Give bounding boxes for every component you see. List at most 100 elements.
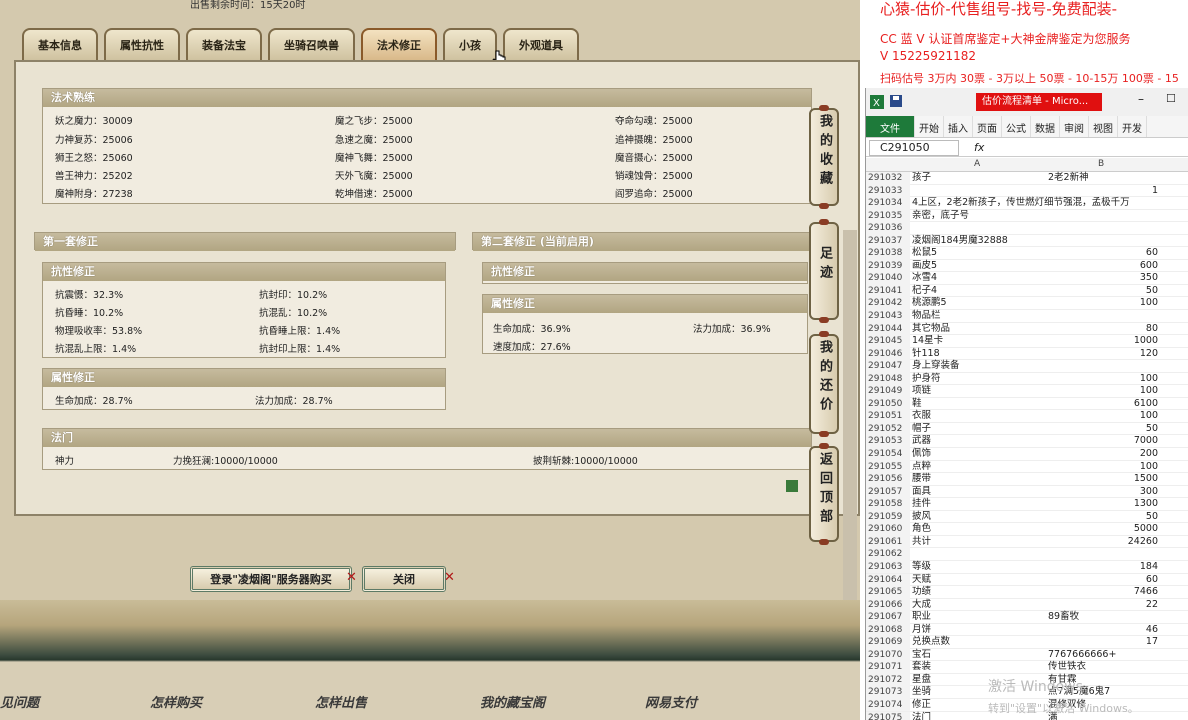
cell-a[interactable]: 项链 — [912, 385, 1046, 398]
footer-link-faq[interactable]: 见问题 — [0, 692, 39, 711]
ribbon-tab-home[interactable]: 开始 — [915, 116, 944, 137]
cell-b[interactable]: 80 — [1048, 323, 1158, 336]
save-icon[interactable] — [890, 95, 902, 107]
row-number[interactable]: 291062 — [866, 548, 910, 561]
cell-b[interactable]: 100 — [1048, 297, 1158, 310]
cell-b[interactable]: 7767666666+ — [1048, 649, 1158, 662]
cell-a[interactable]: 挂件 — [912, 498, 1046, 511]
tab-appearance[interactable]: 外观道具 — [503, 28, 579, 60]
row-number[interactable]: 291040 — [866, 272, 910, 285]
cell-b[interactable]: 60 — [1048, 247, 1158, 260]
row-number[interactable]: 291057 — [866, 485, 910, 499]
footer-link-netease-pay[interactable]: 网易支付 — [645, 692, 697, 711]
cell-b[interactable]: 1000 — [1048, 335, 1158, 348]
cell-a[interactable]: 套装 — [912, 661, 1046, 674]
row-number[interactable]: 291047 — [866, 360, 910, 373]
row-number[interactable]: 291037 — [866, 234, 910, 248]
cell-a[interactable]: 画皮5 — [912, 260, 1046, 273]
ribbon-tab-page[interactable]: 页面 — [973, 116, 1002, 137]
ribbon-tab-review[interactable]: 审阅 — [1060, 116, 1089, 137]
cell-b[interactable]: 100 — [1048, 410, 1158, 423]
row-number[interactable]: 291070 — [866, 648, 910, 662]
buy-login-button[interactable]: 登录"凌烟阁"服务器购买 — [190, 566, 352, 592]
tab-mounts-pets[interactable]: 坐骑召唤兽 — [268, 28, 355, 60]
cell-b[interactable]: 1300 — [1048, 498, 1158, 511]
cell-b[interactable]: 50 — [1048, 285, 1158, 298]
cell-b[interactable]: 300 — [1048, 486, 1158, 499]
cell-b[interactable]: 5000 — [1048, 523, 1158, 536]
footprint-button[interactable]: 足迹 — [809, 219, 839, 323]
cell-b[interactable]: 1500 — [1048, 473, 1158, 486]
cell-a[interactable]: 其它物品 — [912, 323, 1046, 336]
cell-b[interactable]: 60 — [1048, 574, 1158, 587]
ribbon-tab-insert[interactable]: 插入 — [944, 116, 973, 137]
cell-b[interactable]: 600 — [1048, 260, 1158, 273]
cell-a[interactable]: 14星卡 — [912, 335, 1046, 348]
tab-attributes[interactable]: 属性抗性 — [104, 28, 180, 60]
cell-b[interactable]: 6100 — [1048, 398, 1158, 411]
cell-b[interactable]: 50 — [1048, 423, 1158, 436]
row-number[interactable]: 291060 — [866, 523, 910, 536]
cell-a[interactable]: 面具 — [912, 486, 1046, 499]
row-number[interactable]: 291036 — [866, 222, 910, 235]
ribbon-tab-formula[interactable]: 公式 — [1002, 116, 1031, 137]
cell-b[interactable]: 22 — [1048, 599, 1158, 612]
ribbon-tab-data[interactable]: 数据 — [1031, 116, 1060, 137]
cell-a[interactable]: 月饼 — [912, 624, 1046, 637]
cell-a[interactable]: 针118 — [912, 348, 1046, 361]
cell-b[interactable]: 100 — [1048, 461, 1158, 474]
cell-a[interactable]: 4上区，2老2新孩子，传世燃灯细节强混，孟极千万 — [912, 197, 1130, 210]
cell-a[interactable]: 腰带 — [912, 473, 1046, 486]
row-number[interactable]: 291048 — [866, 372, 910, 386]
cell-a[interactable]: 天赋 — [912, 574, 1046, 587]
cell-b[interactable]: 184 — [1048, 561, 1158, 574]
footer-link-how-to-buy[interactable]: 怎样购买 — [150, 692, 202, 711]
row-number[interactable]: 291063 — [866, 560, 910, 574]
cell-a[interactable]: 大成 — [912, 599, 1046, 612]
name-box[interactable]: C291050 — [869, 140, 959, 156]
close-button[interactable]: 关闭 — [362, 566, 446, 592]
cell-a[interactable]: 帽子 — [912, 423, 1046, 436]
row-number[interactable]: 291067 — [866, 611, 910, 624]
row-number[interactable]: 291042 — [866, 297, 910, 310]
row-number[interactable]: 291039 — [866, 259, 910, 273]
cell-b[interactable]: 7000 — [1048, 435, 1158, 448]
row-number[interactable]: 291051 — [866, 410, 910, 423]
cell-a[interactable]: 桃源鹏5 — [912, 297, 1046, 310]
cell-a[interactable]: 等级 — [912, 561, 1046, 574]
cell-a[interactable]: 孩子 — [912, 172, 1046, 185]
cell-b[interactable]: 传世铁衣 — [1048, 661, 1158, 674]
row-number[interactable]: 291065 — [866, 586, 910, 599]
cell-a[interactable]: 物品栏 — [912, 310, 1046, 323]
tab-basic-info[interactable]: 基本信息 — [22, 28, 98, 60]
ribbon-tab-developer[interactable]: 开发 — [1118, 116, 1147, 137]
minimize-icon[interactable]: – — [1138, 92, 1144, 106]
cell-b[interactable]: 100 — [1048, 373, 1158, 386]
cell-b[interactable]: 7466 — [1048, 586, 1158, 599]
cell-a[interactable]: 功绩 — [912, 586, 1046, 599]
cell-a[interactable]: 凌烟阁184男魔32888 — [912, 235, 1046, 248]
row-number[interactable]: 291038 — [866, 247, 910, 260]
row-number[interactable]: 291050 — [866, 397, 910, 411]
row-number[interactable]: 291058 — [866, 498, 910, 511]
row-number[interactable]: 291061 — [866, 535, 910, 549]
row-number[interactable]: 291035 — [866, 209, 910, 223]
cell-a[interactable]: 佩饰 — [912, 448, 1046, 461]
scrollbar[interactable] — [843, 230, 857, 602]
cell-a[interactable]: 护身符 — [912, 373, 1046, 386]
fx-icon[interactable]: fx — [974, 141, 984, 154]
cell-a[interactable]: 松鼠5 — [912, 247, 1046, 260]
row-number[interactable]: 291066 — [866, 598, 910, 612]
ribbon-tab-file[interactable]: 文件 — [866, 116, 915, 137]
cell-a[interactable]: 身上穿装备 — [912, 360, 1046, 373]
cell-b[interactable]: 120 — [1048, 348, 1158, 361]
cell-b[interactable]: 46 — [1048, 624, 1158, 637]
row-number[interactable]: 291075 — [866, 711, 910, 720]
cell-b[interactable]: 89畜牧 — [1048, 611, 1158, 624]
tab-spell-correction[interactable]: 法术修正 — [361, 28, 437, 60]
cell-b[interactable]: 24260 — [1048, 536, 1158, 549]
cell-b[interactable]: 2老2新神 — [1048, 172, 1158, 185]
cell-a[interactable]: 亲密，底子号 — [912, 210, 1046, 223]
spreadsheet-icon[interactable] — [786, 480, 798, 492]
row-number[interactable]: 291056 — [866, 473, 910, 486]
